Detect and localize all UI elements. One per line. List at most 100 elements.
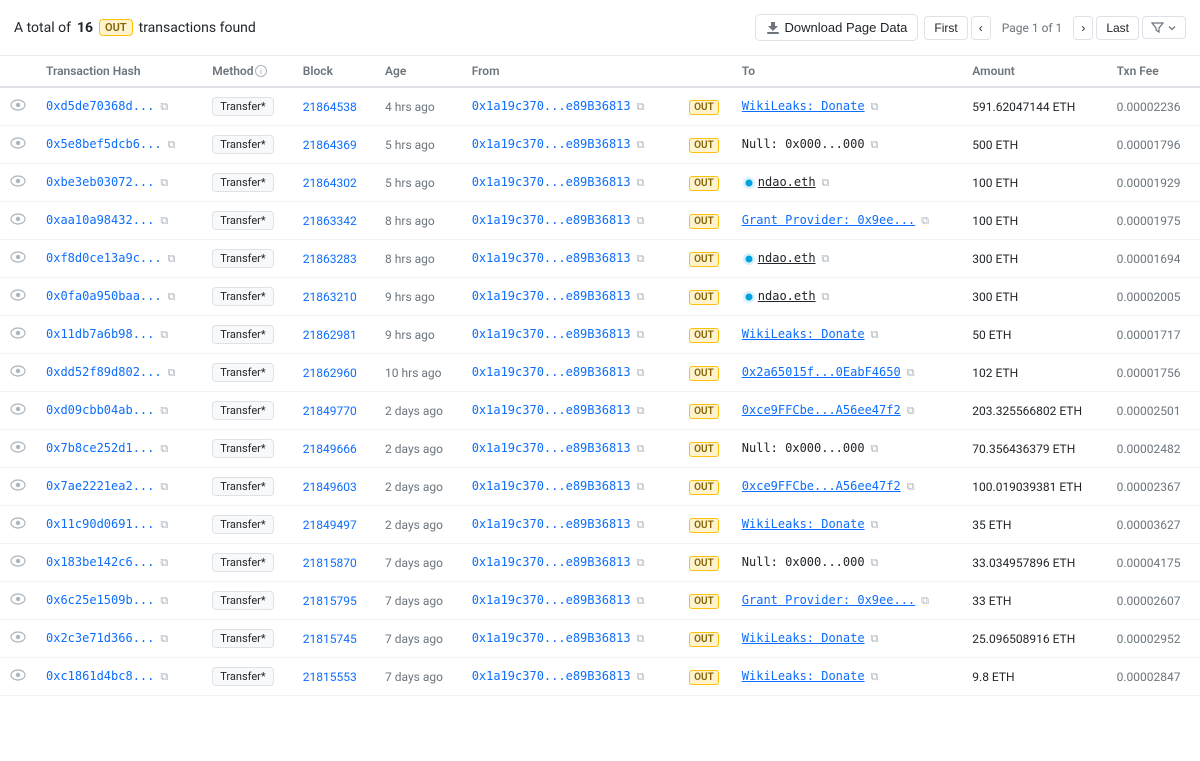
to-addr[interactable]: 0x2a65015f...0EabF4650 [742, 365, 901, 379]
copy-tx-icon[interactable]: ⧉ [160, 594, 168, 607]
from-addr[interactable]: 0x1a19c370...e89B36813 [472, 441, 631, 455]
eye-icon[interactable] [10, 631, 26, 647]
block-link[interactable]: 21849603 [303, 480, 357, 494]
copy-tx-icon[interactable]: ⧉ [160, 328, 168, 341]
download-button[interactable]: Download Page Data [755, 14, 919, 41]
from-addr[interactable]: 0x1a19c370...e89B36813 [472, 631, 631, 645]
eye-icon[interactable] [10, 365, 26, 381]
eye-icon[interactable] [10, 593, 26, 609]
eye-icon[interactable] [10, 289, 26, 305]
block-link[interactable]: 21815553 [303, 670, 357, 684]
copy-from-icon[interactable]: ⧉ [637, 670, 645, 683]
copy-to-icon[interactable]: ⧉ [907, 480, 915, 493]
next-page-button[interactable]: › [1073, 16, 1093, 40]
copy-to-icon[interactable]: ⧉ [871, 100, 879, 113]
copy-tx-icon[interactable]: ⧉ [160, 556, 168, 569]
copy-tx-icon[interactable]: ⧉ [160, 442, 168, 455]
copy-from-icon[interactable]: ⧉ [637, 556, 645, 569]
copy-from-icon[interactable]: ⧉ [637, 252, 645, 265]
to-addr[interactable]: ndao.eth [758, 289, 816, 303]
from-addr[interactable]: 0x1a19c370...e89B36813 [472, 213, 631, 227]
eye-icon[interactable] [10, 251, 26, 267]
copy-tx-icon[interactable]: ⧉ [168, 290, 176, 303]
copy-from-icon[interactable]: ⧉ [637, 366, 645, 379]
eye-icon[interactable] [10, 175, 26, 191]
copy-from-icon[interactable]: ⧉ [637, 138, 645, 151]
tx-hash[interactable]: 0xd09cbb04ab... [46, 403, 154, 417]
tx-hash[interactable]: 0xdd52f89d802... [46, 365, 162, 379]
copy-from-icon[interactable]: ⧉ [637, 480, 645, 493]
copy-tx-icon[interactable]: ⧉ [168, 138, 176, 151]
from-addr[interactable]: 0x1a19c370...e89B36813 [472, 99, 631, 113]
eye-icon[interactable] [10, 517, 26, 533]
copy-to-icon[interactable]: ⧉ [871, 556, 879, 569]
copy-to-icon[interactable]: ⧉ [871, 518, 879, 531]
from-addr[interactable]: 0x1a19c370...e89B36813 [472, 137, 631, 151]
eye-icon[interactable] [10, 99, 26, 115]
eye-icon[interactable] [10, 479, 26, 495]
eye-icon[interactable] [10, 137, 26, 153]
copy-tx-icon[interactable]: ⧉ [160, 176, 168, 189]
from-addr[interactable]: 0x1a19c370...e89B36813 [472, 365, 631, 379]
copy-tx-icon[interactable]: ⧉ [168, 366, 176, 379]
copy-to-icon[interactable]: ⧉ [822, 176, 830, 189]
copy-from-icon[interactable]: ⧉ [637, 442, 645, 455]
tx-hash[interactable]: 0xc1861d4bc8... [46, 669, 154, 683]
tx-hash[interactable]: 0x0fa0a950baa... [46, 289, 162, 303]
copy-tx-icon[interactable]: ⧉ [168, 252, 176, 265]
copy-from-icon[interactable]: ⧉ [637, 100, 645, 113]
method-info-icon[interactable]: i [255, 65, 267, 77]
from-addr[interactable]: 0x1a19c370...e89B36813 [472, 175, 631, 189]
from-addr[interactable]: 0x1a19c370...e89B36813 [472, 593, 631, 607]
block-link[interactable]: 21863283 [303, 252, 357, 266]
block-link[interactable]: 21862960 [303, 366, 357, 380]
tx-hash[interactable]: 0xd5de70368d... [46, 99, 154, 113]
copy-tx-icon[interactable]: ⧉ [160, 214, 168, 227]
copy-to-icon[interactable]: ⧉ [871, 328, 879, 341]
first-page-button[interactable]: First [924, 16, 967, 40]
copy-from-icon[interactable]: ⧉ [637, 328, 645, 341]
copy-tx-icon[interactable]: ⧉ [160, 632, 168, 645]
tx-hash[interactable]: 0x183be142c6... [46, 555, 154, 569]
block-link[interactable]: 21815795 [303, 594, 357, 608]
eye-icon[interactable] [10, 403, 26, 419]
copy-from-icon[interactable]: ⧉ [637, 632, 645, 645]
block-link[interactable]: 21864369 [303, 138, 357, 152]
copy-tx-icon[interactable]: ⧉ [160, 100, 168, 113]
to-addr[interactable]: Grant Provider: 0x9ee... [742, 213, 915, 227]
copy-from-icon[interactable]: ⧉ [637, 404, 645, 417]
to-addr[interactable]: WikiLeaks: Donate [742, 327, 865, 341]
to-addr[interactable]: WikiLeaks: Donate [742, 99, 865, 113]
from-addr[interactable]: 0x1a19c370...e89B36813 [472, 289, 631, 303]
block-link[interactable]: 21864538 [303, 100, 357, 114]
tx-hash[interactable]: 0xaa10a98432... [46, 213, 154, 227]
last-page-button[interactable]: Last [1096, 16, 1139, 40]
tx-hash[interactable]: 0x11db7a6b98... [46, 327, 154, 341]
copy-from-icon[interactable]: ⧉ [637, 176, 645, 189]
to-addr[interactable]: WikiLeaks: Donate [742, 669, 865, 683]
block-link[interactable]: 21849666 [303, 442, 357, 456]
from-addr[interactable]: 0x1a19c370...e89B36813 [472, 327, 631, 341]
copy-from-icon[interactable]: ⧉ [637, 290, 645, 303]
block-link[interactable]: 21849770 [303, 404, 357, 418]
from-addr[interactable]: 0x1a19c370...e89B36813 [472, 669, 631, 683]
block-link[interactable]: 21863342 [303, 214, 357, 228]
copy-to-icon[interactable]: ⧉ [871, 138, 879, 151]
eye-icon[interactable] [10, 669, 26, 685]
copy-from-icon[interactable]: ⧉ [637, 594, 645, 607]
to-addr[interactable]: WikiLeaks: Donate [742, 631, 865, 645]
copy-tx-icon[interactable]: ⧉ [160, 404, 168, 417]
prev-page-button[interactable]: ‹ [971, 16, 991, 40]
to-addr[interactable]: WikiLeaks: Donate [742, 517, 865, 531]
block-link[interactable]: 21862981 [303, 328, 357, 342]
from-addr[interactable]: 0x1a19c370...e89B36813 [472, 251, 631, 265]
eye-icon[interactable] [10, 555, 26, 571]
tx-hash[interactable]: 0x7b8ce252d1... [46, 441, 154, 455]
to-addr[interactable]: ndao.eth [758, 251, 816, 265]
filter-button[interactable] [1142, 16, 1186, 39]
tx-hash[interactable]: 0x7ae2221ea2... [46, 479, 154, 493]
copy-from-icon[interactable]: ⧉ [637, 214, 645, 227]
eye-icon[interactable] [10, 213, 26, 229]
to-addr[interactable]: ndao.eth [758, 175, 816, 189]
block-link[interactable]: 21815870 [303, 556, 357, 570]
